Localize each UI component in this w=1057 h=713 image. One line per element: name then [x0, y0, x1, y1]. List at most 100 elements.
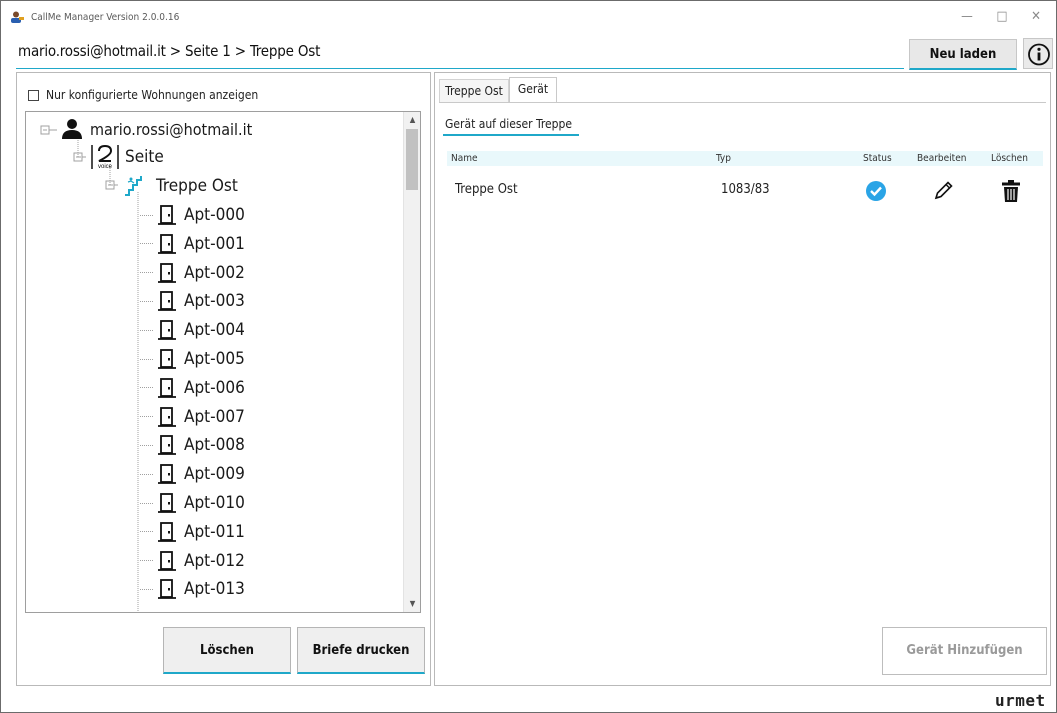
list-item[interactable]: Apt-007: [140, 404, 245, 430]
tree-node-stair[interactable]: Treppe Ost: [122, 173, 238, 199]
delete-button[interactable]: Löschen: [163, 627, 291, 674]
door-icon: [158, 291, 176, 312]
section-title-underline: [443, 134, 579, 136]
tree-stair-label: Treppe Ost: [156, 176, 238, 196]
pencil-icon[interactable]: [931, 179, 955, 203]
apartment-label: Apt-004: [184, 320, 245, 341]
tree-connector: [140, 416, 154, 418]
voice-page-icon: voice: [91, 144, 119, 170]
scroll-up-icon[interactable]: ▲: [404, 112, 420, 128]
apartment-label: Apt-008: [184, 435, 245, 456]
svg-text:voice: voice: [98, 164, 113, 170]
minimize-icon[interactable]: —: [957, 9, 977, 25]
tree-connector: [140, 272, 154, 274]
tree-connector: [140, 444, 154, 446]
tree-connector: [140, 300, 154, 302]
section-title: Gerät auf dieser Treppe: [445, 117, 573, 131]
col-status-header: Status: [863, 153, 892, 164]
col-type-header: Typ: [716, 153, 731, 164]
apartment-label: Apt-000: [184, 205, 245, 225]
tree-page-label: Seite: [125, 147, 164, 167]
list-item[interactable]: Apt-009: [140, 461, 245, 487]
list-item[interactable]: Apt-002: [140, 260, 245, 286]
apartment-tree[interactable]: mario.rossi@hotmail.it voice Seite Trepp…: [25, 111, 421, 613]
col-delete-header: Löschen: [991, 153, 1028, 164]
tree-node-page[interactable]: voice Seite: [90, 144, 164, 170]
tree-connector: [140, 588, 154, 590]
filter-checkbox[interactable]: [28, 89, 39, 101]
list-item[interactable]: Apt-001: [140, 231, 245, 257]
list-item[interactable]: Apt-004: [140, 317, 245, 343]
breadcrumb: mario.rossi@hotmail.it > Seite 1 > Trepp…: [18, 42, 321, 60]
tree-connector: [140, 243, 154, 245]
tree-node-account[interactable]: mario.rossi@hotmail.it: [60, 116, 252, 142]
tree-connector: [140, 214, 154, 216]
col-edit-header: Bearbeiten: [917, 153, 967, 164]
brand-logo: urmet: [995, 691, 1046, 710]
door-icon: [158, 550, 176, 571]
tree-connector: [140, 473, 154, 475]
door-icon: [158, 493, 176, 513]
filter-checkbox-row[interactable]: Nur konfigurierte Wohnungen anzeigen: [28, 88, 258, 102]
add-device-button[interactable]: Gerät Hinzufügen: [882, 627, 1047, 675]
row-name: Treppe Ost: [455, 182, 518, 197]
list-item[interactable]: Apt-013: [140, 576, 245, 602]
door-icon: [158, 406, 176, 427]
list-item[interactable]: Apt-010: [140, 490, 245, 516]
list-item[interactable]: Apt-006: [140, 375, 245, 401]
door-icon: [158, 464, 176, 485]
tree-connector: [140, 329, 154, 331]
app-logo-icon: [11, 11, 24, 23]
trash-icon[interactable]: [1000, 179, 1022, 203]
list-item[interactable]: Apt-003: [140, 288, 245, 314]
info-icon: [1028, 43, 1050, 66]
table-row[interactable]: Treppe Ost 1083/83: [447, 180, 1043, 202]
reload-button[interactable]: Neu laden: [909, 39, 1017, 70]
row-type: 1083/83: [721, 182, 770, 197]
device-tab-content: Gerät auf dieser Treppe Name Typ Status …: [439, 102, 1047, 682]
door-icon: [158, 262, 176, 283]
list-item[interactable]: Apt-005: [140, 346, 245, 372]
apartment-label: Apt-005: [184, 349, 245, 369]
tree-connector: [140, 387, 154, 389]
tab-device[interactable]: Gerät: [509, 77, 557, 103]
window-title: CallMe Manager Version 2.0.0.16: [31, 12, 180, 23]
tab-stair[interactable]: Treppe Ost: [439, 79, 509, 102]
breadcrumb-underline: [16, 68, 904, 69]
door-icon: [158, 521, 176, 542]
apartment-label: Apt-003: [184, 291, 245, 312]
right-panel: Treppe Ost Gerät Gerät auf dieser Treppe…: [434, 72, 1051, 686]
scroll-down-icon[interactable]: ▼: [404, 596, 420, 612]
maximize-icon[interactable]: □: [992, 9, 1012, 25]
door-icon: [158, 233, 176, 254]
stairs-icon: [125, 176, 142, 196]
tree-scrollbar[interactable]: ▲ ▼: [403, 112, 420, 612]
apartment-label: Apt-009: [184, 464, 245, 485]
check-circle-icon: [866, 181, 886, 201]
door-icon: [158, 320, 176, 341]
apartment-label: Apt-010: [184, 493, 245, 513]
apartment-label: Apt-012: [184, 550, 245, 571]
list-item[interactable]: Apt-012: [140, 548, 245, 574]
door-icon: [158, 579, 176, 600]
list-item[interactable]: Apt-011: [140, 519, 245, 545]
list-item[interactable]: Apt-000: [140, 202, 245, 228]
door-icon: [158, 435, 176, 456]
tree-root-label: mario.rossi@hotmail.it: [90, 119, 253, 139]
tree-connector: [140, 531, 154, 533]
tree-connector: [140, 502, 154, 504]
filter-checkbox-label: Nur konfigurierte Wohnungen anzeigen: [46, 88, 259, 102]
list-item[interactable]: Apt-008: [140, 432, 245, 458]
close-icon[interactable]: ✕: [1026, 9, 1046, 25]
apartment-label: Apt-007: [184, 406, 245, 427]
print-letters-button[interactable]: Briefe drucken: [297, 627, 425, 674]
title-bar: CallMe Manager Version 2.0.0.16 — □ ✕: [1, 1, 1056, 33]
device-grid-header: Name Typ Status Bearbeiten Löschen: [447, 151, 1043, 166]
user-icon: [62, 119, 82, 139]
scroll-thumb[interactable]: [406, 129, 418, 190]
left-panel: Nur konfigurierte Wohnungen anzeigen mar…: [16, 72, 431, 686]
info-button[interactable]: [1023, 38, 1053, 69]
app-window: CallMe Manager Version 2.0.0.16 — □ ✕ ma…: [0, 0, 1057, 713]
apartment-label: Apt-002: [184, 262, 245, 283]
door-icon: [158, 205, 176, 225]
